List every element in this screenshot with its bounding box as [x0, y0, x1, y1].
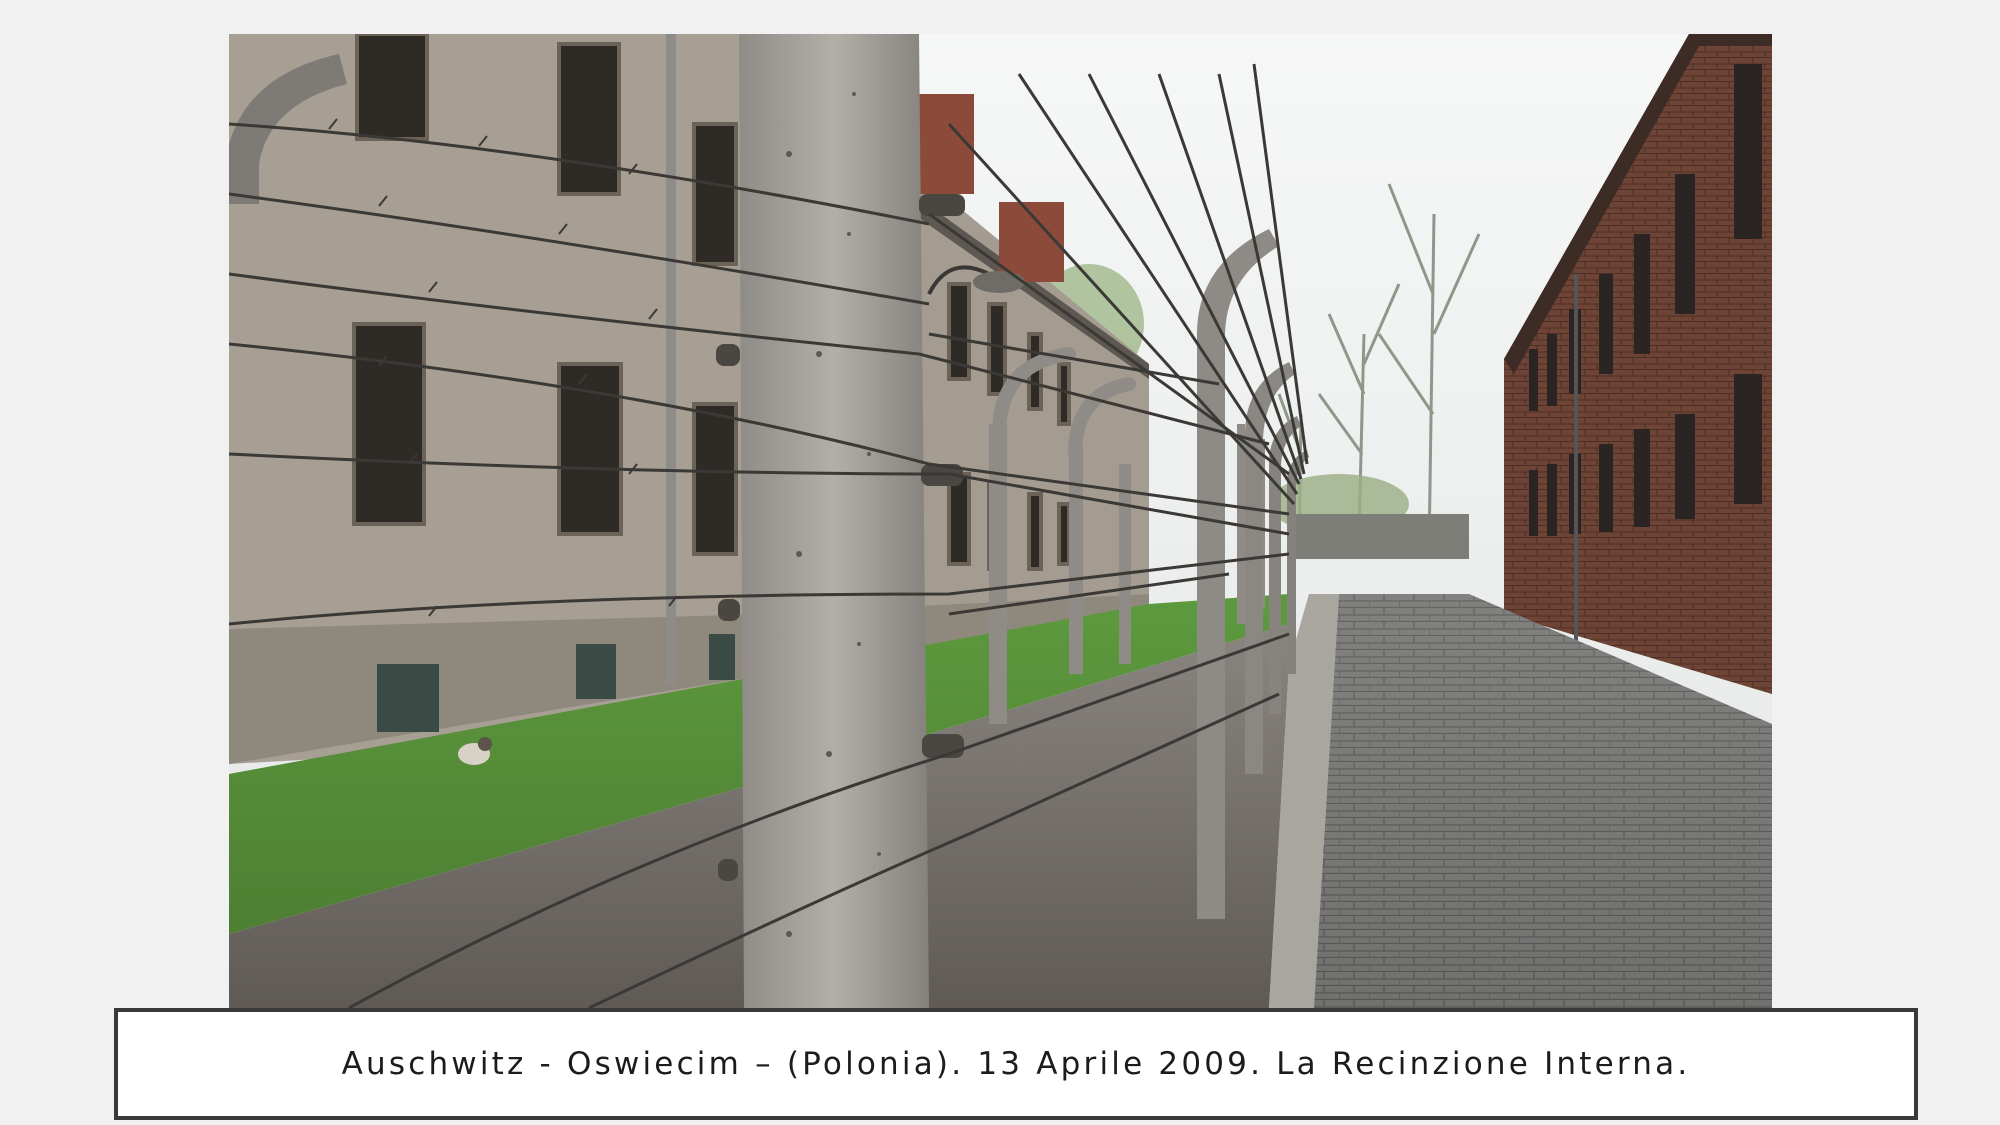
photo-caption: Auschwitz - Oswiecim – (Polonia). 13 Apr…	[341, 1046, 1691, 1082]
caption-box: Auschwitz - Oswiecim – (Polonia). 13 Apr…	[114, 1008, 1918, 1120]
photo-fence-and-barracks	[229, 34, 1772, 1008]
photo-illustration	[229, 34, 1772, 1008]
slide: Auschwitz - Oswiecim – (Polonia). 13 Apr…	[0, 0, 2000, 1125]
